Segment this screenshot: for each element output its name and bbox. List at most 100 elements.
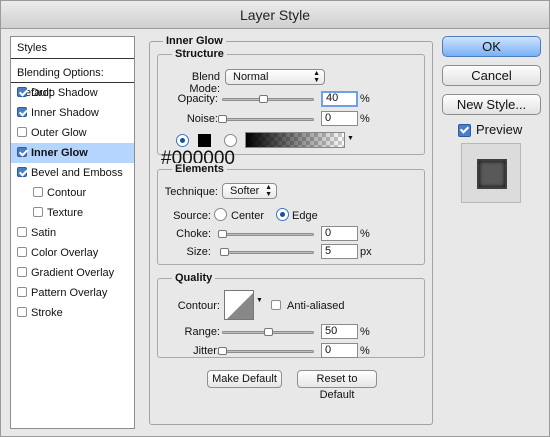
contour-dropdown-icon[interactable]: ▼ [256, 297, 263, 304]
choke-label: Choke: [176, 228, 211, 240]
technique-select[interactable]: Softer ▲ ▼ [222, 183, 277, 199]
styles-header[interactable]: Styles [11, 37, 134, 59]
style-item-label: Outer Glow [31, 127, 87, 139]
preview-checkbox[interactable] [458, 124, 471, 137]
styles-list: Styles Blending Options: Default Drop Sh… [10, 36, 135, 429]
preview-label: Preview [476, 122, 523, 137]
style-item-checkbox[interactable] [17, 127, 27, 137]
range-unit: % [360, 326, 370, 338]
style-item-checkbox[interactable] [33, 207, 43, 217]
style-item-checkbox[interactable] [17, 287, 27, 297]
choke-unit: % [360, 228, 370, 240]
style-item-color-overlay[interactable]: Color Overlay [11, 243, 134, 263]
style-item-checkbox[interactable] [17, 227, 27, 237]
style-item-checkbox[interactable] [17, 167, 27, 177]
structure-title: Structure [172, 48, 227, 60]
opacity-unit: % [360, 93, 370, 105]
style-item-checkbox[interactable] [17, 247, 27, 257]
style-item-label: Color Overlay [31, 247, 99, 259]
size-field[interactable]: 5 [321, 244, 358, 259]
contour-preview[interactable] [224, 290, 254, 320]
noise-unit: % [360, 113, 370, 125]
style-item-drop-shadow[interactable]: Drop Shadow [11, 83, 134, 103]
quality-title: Quality [172, 272, 216, 284]
window-title: Layer Style [1, 1, 549, 29]
solid-color-radio[interactable] [176, 134, 189, 147]
anti-aliased-label: Anti-aliased [287, 300, 345, 312]
noise-field[interactable]: 0 [321, 111, 358, 126]
style-item-inner-glow[interactable]: Inner Glow [11, 143, 134, 163]
noise-slider[interactable] [222, 118, 314, 121]
style-item-checkbox[interactable] [17, 267, 27, 277]
size-slider[interactable] [222, 251, 314, 254]
opacity-field[interactable]: 40 [321, 91, 358, 107]
opacity-label: Opacity: [177, 93, 218, 105]
blend-mode-select[interactable]: Normal ▲ ▼ [225, 69, 325, 85]
select-arrows-icon: ▲ ▼ [313, 70, 320, 84]
choke-slider[interactable] [222, 233, 314, 236]
style-item-label: Drop Shadow [31, 87, 98, 99]
style-item-label: Inner Shadow [31, 107, 99, 119]
style-item-label: Satin [31, 227, 57, 239]
style-item-label: Bevel and Emboss [31, 167, 123, 179]
quality-group: Quality Contour: ▼ Anti-aliased Range: 5… [157, 272, 425, 358]
style-preview [461, 143, 521, 203]
elements-title: Elements [172, 163, 227, 175]
style-item-checkbox[interactable] [17, 307, 27, 317]
style-item-checkbox[interactable] [17, 87, 27, 97]
style-item-pattern-overlay[interactable]: Pattern Overlay [11, 283, 134, 303]
source-edge-radio[interactable] [276, 208, 289, 221]
cancel-button[interactable]: Cancel [442, 65, 541, 86]
anti-aliased-checkbox[interactable] [271, 300, 281, 310]
style-item-label: Gradient Overlay [31, 267, 115, 279]
style-item-label: Pattern Overlay [31, 287, 108, 299]
layer-style-dialog: Layer Style Styles Blending Options: Def… [0, 0, 550, 437]
noise-slider-thumb[interactable] [218, 115, 227, 123]
range-slider-thumb[interactable] [264, 328, 273, 336]
source-center-radio[interactable] [214, 208, 227, 221]
glow-gradient-picker[interactable] [245, 132, 345, 148]
style-item-checkbox[interactable] [17, 107, 27, 117]
size-label: Size: [186, 246, 211, 258]
style-item-inner-shadow[interactable]: Inner Shadow [11, 103, 134, 123]
size-unit: px [360, 246, 372, 258]
reset-to-default-button[interactable]: Reset to Default [297, 370, 377, 401]
source-edge-label: Edge [292, 210, 318, 222]
technique-value: Softer [230, 185, 260, 197]
gradient-radio[interactable] [224, 134, 237, 147]
range-field[interactable]: 50 [321, 324, 358, 339]
range-label: Range: [184, 326, 220, 338]
jitter-field[interactable]: 0 [321, 343, 358, 358]
opacity-slider-thumb[interactable] [259, 95, 268, 103]
blend-mode-label: Blend Mode: [189, 71, 220, 95]
style-item-bevel-and-emboss[interactable]: Bevel and Emboss [11, 163, 134, 183]
style-item-outer-glow[interactable]: Outer Glow [11, 123, 134, 143]
technique-label: Technique: [164, 186, 218, 198]
size-slider-thumb[interactable] [220, 248, 229, 256]
jitter-slider-thumb[interactable] [218, 347, 227, 355]
gradient-dropdown-icon[interactable]: ▼ [347, 135, 354, 142]
jitter-slider[interactable] [222, 350, 314, 353]
style-item-texture[interactable]: Texture [11, 203, 134, 223]
style-item-checkbox[interactable] [17, 147, 27, 157]
elements-group: Elements Technique: Softer ▲ ▼ Source: Ce… [157, 163, 425, 265]
choke-slider-thumb[interactable] [218, 230, 227, 238]
style-item-satin[interactable]: Satin [11, 223, 134, 243]
style-item-label: Contour [47, 187, 87, 199]
style-item-stroke[interactable]: Stroke [11, 303, 134, 323]
inner-glow-title: Inner Glow [163, 35, 226, 47]
make-default-button[interactable]: Make Default [207, 370, 282, 388]
style-item-checkbox[interactable] [33, 187, 43, 197]
blending-options-item[interactable]: Blending Options: Default [11, 63, 134, 99]
opacity-slider[interactable] [222, 98, 314, 101]
choke-field[interactable]: 0 [321, 226, 358, 241]
select-arrows-icon: ▲ ▼ [265, 184, 272, 198]
glow-color-swatch[interactable] [198, 134, 211, 147]
jitter-label: Jitter: [193, 345, 220, 357]
style-item-contour[interactable]: Contour [11, 183, 134, 203]
new-style-button[interactable]: New Style... [442, 94, 541, 115]
style-item-gradient-overlay[interactable]: Gradient Overlay [11, 263, 134, 283]
style-item-label: Inner Glow [31, 147, 88, 159]
noise-label: Noise: [186, 113, 218, 125]
ok-button[interactable]: OK [442, 36, 541, 57]
